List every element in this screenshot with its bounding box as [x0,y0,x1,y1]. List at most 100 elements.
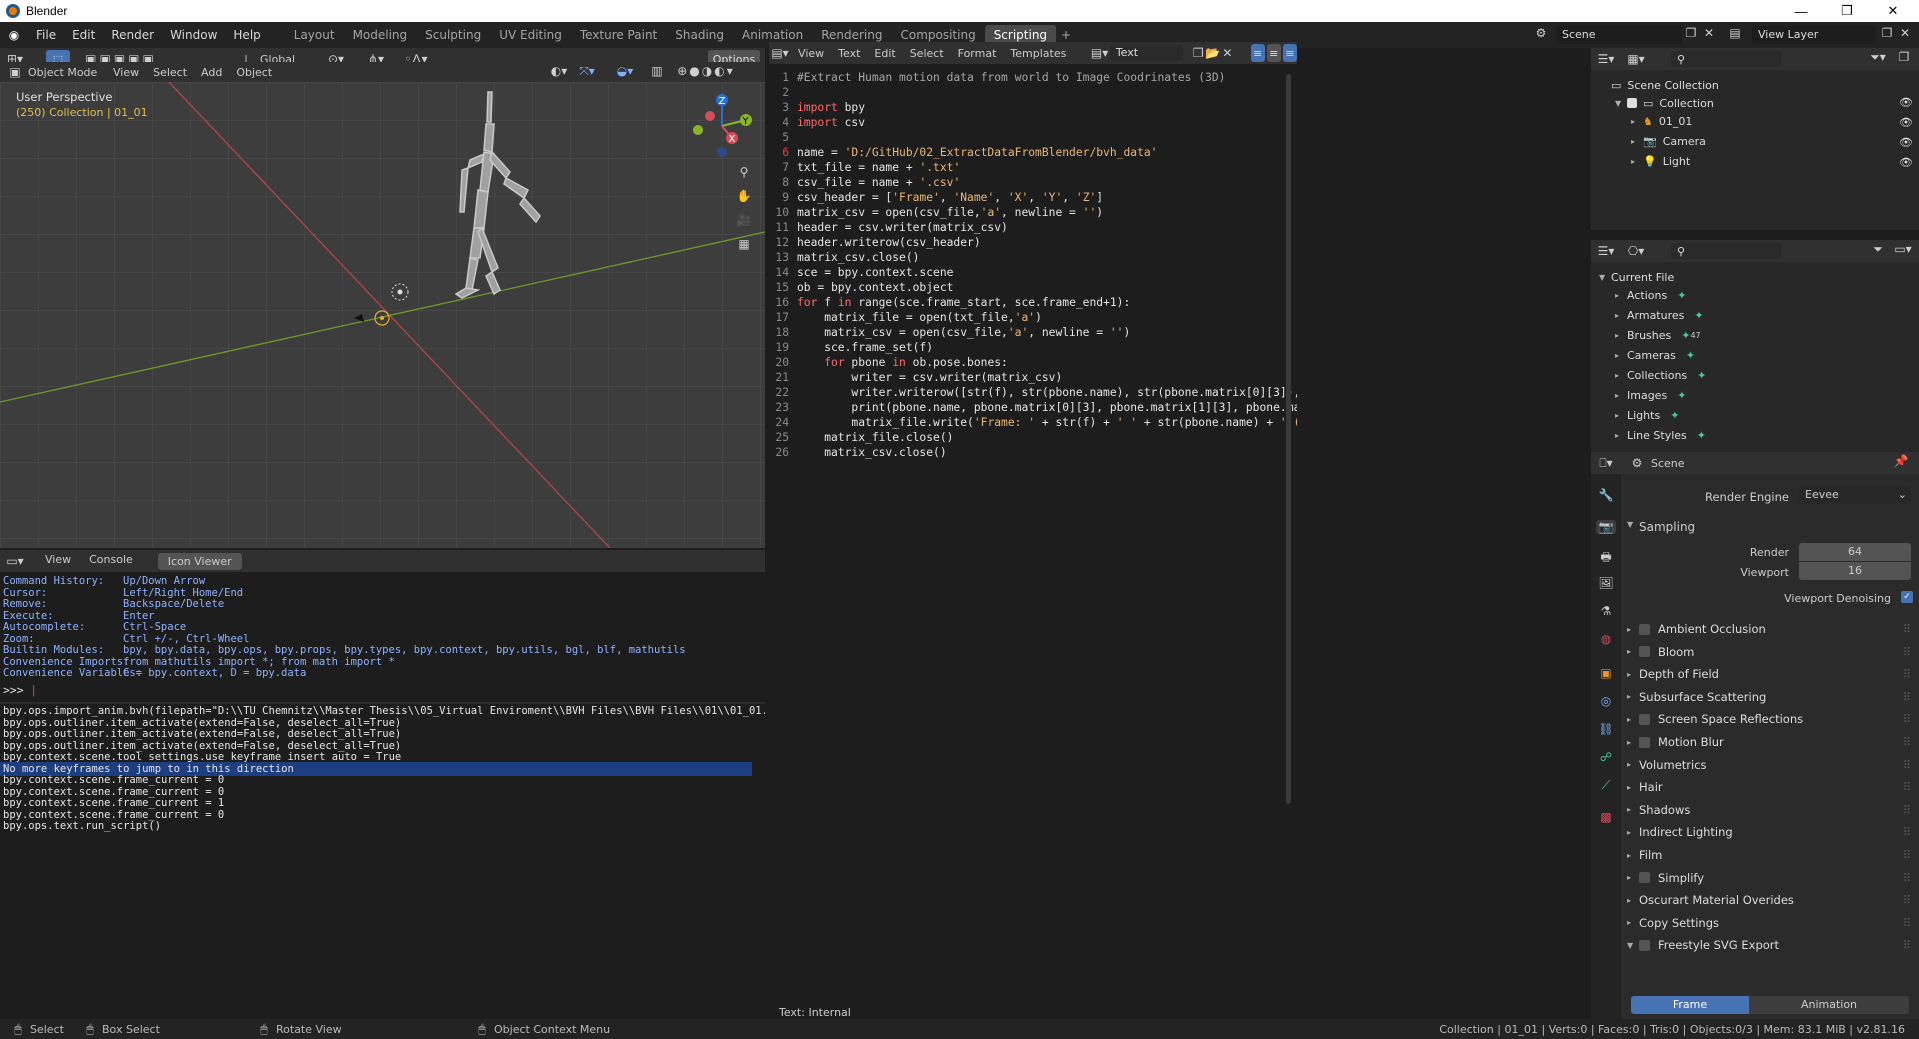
properties-editor-type-icon[interactable]: ⎕▾ [1591,456,1621,471]
file-item-lights[interactable]: ▸ Lights ✦ [1615,406,1679,424]
drag-handle-icon[interactable]: ⠿ [1903,825,1911,839]
shading-mode-icons[interactable]: ⊕●◑◐▾ [670,64,742,78]
add-workspace-icon[interactable]: + [1056,28,1076,42]
file-editor-type-icon[interactable]: ☰▾ [1591,244,1621,258]
code-line[interactable]: import csv [797,115,865,130]
light-visibility-eye-icon[interactable]: 👁 [1899,156,1913,169]
file-item-images[interactable]: ▸ Images ✦ [1615,386,1686,404]
scene-collection-row[interactable]: ▭ Scene Collection [1611,76,1719,94]
code-line[interactable]: csv_header = ['Frame', 'Name', 'X', 'Y',… [797,190,1103,205]
code-line[interactable]: sce = bpy.context.scene [797,265,953,280]
menu-window[interactable]: Window [162,28,225,42]
outliner[interactable]: ▭ Scene Collection ▼ ▭ Collection ▸ ♞ 01_01 ▸ 📷… [1591,70,1919,230]
panel-freestyle-svg-export[interactable]: ▼ Freestyle SVG Export ⠿ [1627,934,1917,956]
tool-tab-icon[interactable]: 🔧 [1596,488,1616,502]
code-line[interactable]: matrix_file.write('Frame: ' + str(f) + '… [797,415,1297,430]
scene-selector[interactable]: Scene [1556,26,1682,44]
delete-scene-icon[interactable]: ✕ [1700,26,1718,40]
display-mode-icon[interactable]: ▦▾ [1621,52,1651,66]
tab-frame[interactable]: Frame [1631,996,1749,1014]
drag-handle-icon[interactable]: ⠿ [1903,735,1911,749]
current-file-row[interactable]: ▼ Current File [1599,268,1674,286]
camera-visibility-eye-icon[interactable]: 👁 [1899,136,1913,149]
navigation-gizmo[interactable]: Z Y X [692,94,756,158]
collection-row[interactable]: ▼ ▭ Collection [1615,94,1714,112]
new-text-icon[interactable]: ❐ [1191,46,1205,60]
drag-handle-icon[interactable]: ⠿ [1903,758,1911,772]
outliner-search-input[interactable]: ⚲ [1671,51,1781,67]
render-tab-icon[interactable]: 📷 [1596,520,1616,534]
panel-motion-blur[interactable]: ▸ Motion Blur ⠿ [1627,731,1917,753]
mode-dropdown[interactable]: Object Mode [22,66,102,79]
code-line[interactable]: for f in range(sce.frame_start, sce.fram… [797,295,1130,310]
minimize-icon[interactable]: — [1778,0,1824,22]
viewport-menu-view[interactable]: View [106,66,146,79]
console-tab-console[interactable]: Console [82,553,140,570]
outliner-item-light[interactable]: ▸ 💡 Light [1631,152,1690,170]
view-layer-tab-icon[interactable]: 🖼 [1596,576,1616,590]
viewport-menu-select[interactable]: Select [146,66,194,79]
file-options-icon[interactable]: ▭▾ [1891,242,1915,256]
menu-file[interactable]: File [28,28,64,42]
tab-shading[interactable]: Shading [666,25,733,45]
collection-visibility-eye-icon[interactable]: 👁 [1899,96,1913,109]
panel-depth-of-field[interactable]: ▸ Depth of Field ⠿ [1627,663,1917,685]
new-collection-icon[interactable]: ❐ [1895,50,1913,64]
panel-enable-checkbox[interactable] [1639,736,1650,748]
scene-tab-icon[interactable]: ⚗ [1596,604,1616,618]
file-filter-icon[interactable]: ⏷ [1866,242,1890,257]
drag-handle-icon[interactable]: ⠿ [1903,645,1911,659]
collection-checkbox[interactable] [1627,98,1637,108]
pin-icon[interactable]: 📌 [1891,454,1911,468]
code-line[interactable]: matrix_csv.close() [797,445,946,460]
constraint-tab-icon[interactable]: ⛓ [1596,722,1616,736]
tab-sculpting[interactable]: Sculpting [416,25,490,45]
panel-film[interactable]: ▸ Film ⠿ [1627,844,1917,866]
outliner-item-camera[interactable]: ▸ 📷 Camera [1631,132,1706,150]
drag-handle-icon[interactable]: ⠿ [1903,916,1911,930]
xray-icon[interactable]: ▥ [650,64,664,78]
code-line[interactable]: import bpy [797,100,865,115]
visibility-icon[interactable]: ◐▾ [548,64,570,78]
text-menu-edit[interactable]: Edit [867,47,902,60]
view-layer-icon[interactable]: ▤ [1722,26,1748,40]
modifier-tab-icon[interactable]: ◎ [1596,694,1616,708]
world-tab-icon[interactable]: ◍ [1596,632,1616,646]
panel-hair[interactable]: ▸ Hair ⠿ [1627,776,1917,798]
code-line[interactable]: #Extract Human motion data from world to… [797,70,1225,85]
text-editor-type-icon[interactable]: ▤▾ [769,46,791,60]
unlink-text-icon[interactable]: ✕ [1220,46,1234,60]
overlay-icon[interactable]: ◒▾ [614,64,636,78]
outliner-editor-type-icon[interactable]: ☰▾ [1591,52,1621,66]
code-line[interactable]: writer = csv.writer(matrix_csv) [797,370,1062,385]
syntax-highlight-toggle[interactable]: ≡ [1282,44,1298,62]
3d-viewport[interactable]: User Perspective (250) Collection | 01_0… [0,82,765,548]
code-line[interactable]: matrix_file.close() [797,430,953,445]
close-icon[interactable]: ✕ [1870,0,1916,22]
pan-hand-icon[interactable]: ✋ [734,186,754,206]
console-editor-type-icon[interactable]: ▭▾ [0,554,30,568]
console-tab-icon-viewer[interactable]: Icon Viewer [157,552,242,570]
tab-uv-editing[interactable]: UV Editing [490,25,571,45]
console-tab-view[interactable]: View [38,553,78,570]
menu-edit[interactable]: Edit [64,28,103,42]
object-data-tab-icon[interactable]: ☍ [1596,750,1616,764]
drag-handle-icon[interactable]: ⠿ [1903,938,1911,952]
panel-simplify[interactable]: ▸ Simplify ⠿ [1627,867,1917,889]
viewport-denoising-checkbox[interactable]: ✓ [1901,591,1913,603]
armature-visibility-eye-icon[interactable]: 👁 [1899,116,1913,129]
object-tab-icon[interactable]: ▣ [1596,666,1616,680]
text-scrollbar[interactable] [1286,74,1291,804]
python-console[interactable]: Command History: Up/Down Arrow Cursor: Left… [0,572,765,702]
viewport-samples-field[interactable]: 16 [1799,562,1911,580]
output-tab-icon[interactable]: 🖶 [1596,548,1616,569]
text-menu-text[interactable]: Text [831,47,867,60]
panel-enable-checkbox[interactable] [1639,939,1650,951]
filter-icon[interactable]: ⏷▾ [1866,50,1890,65]
drag-handle-icon[interactable]: ⠿ [1903,712,1911,726]
sampling-panel-header[interactable]: ▼ Sampling [1627,520,1695,534]
open-text-icon[interactable]: 📂 [1205,46,1220,60]
code-line[interactable]: header = csv.writer(matrix_csv) [797,220,1008,235]
code-line[interactable]: header.writerow(csv_header) [797,235,981,250]
info-log[interactable]: bpy.ops.import_anim.bvh(filepath="D:\\TU… [0,704,765,832]
